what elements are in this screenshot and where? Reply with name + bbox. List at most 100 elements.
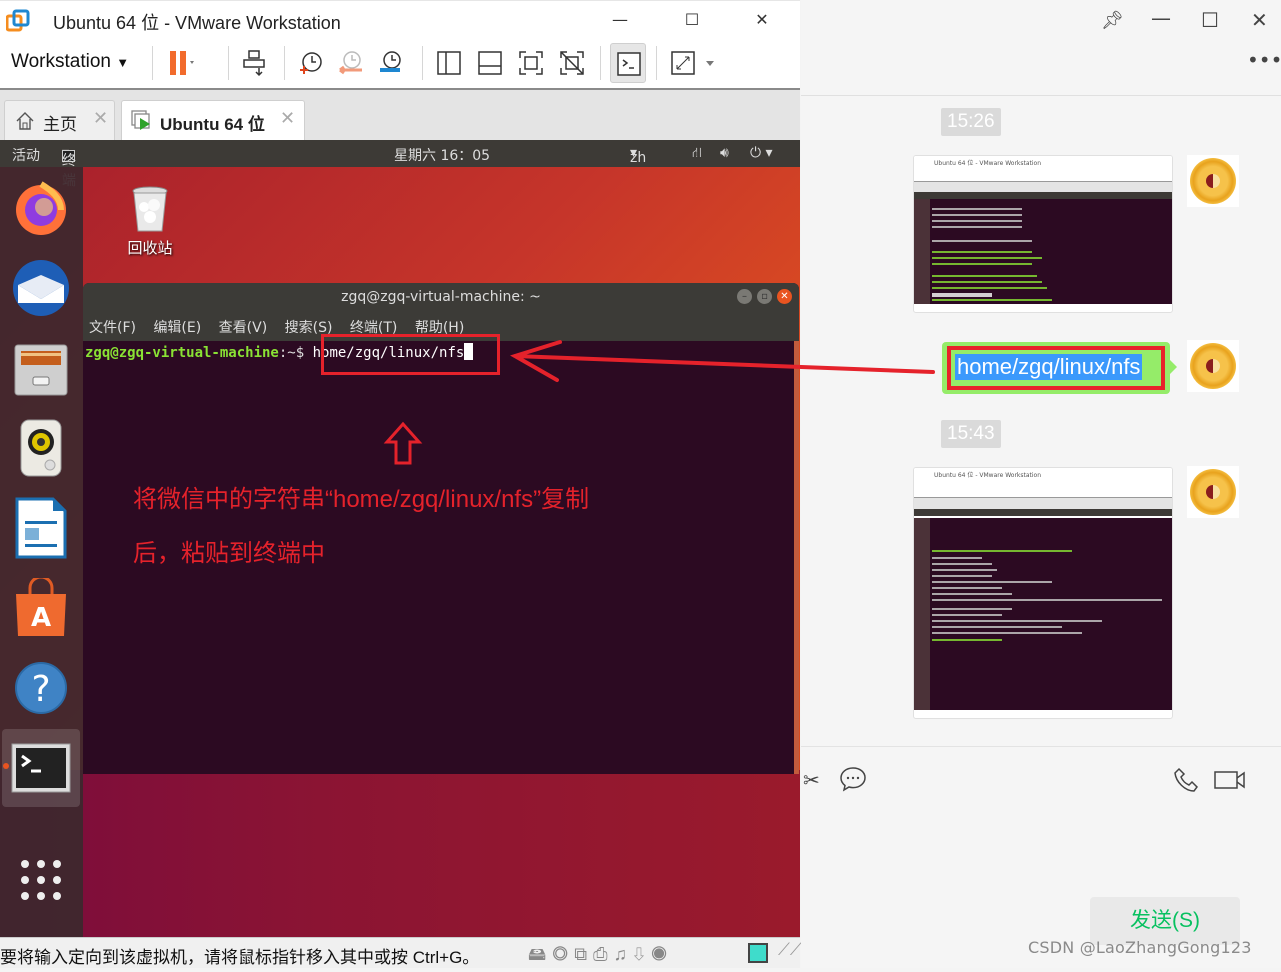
dock-libreoffice-writer[interactable] <box>8 495 74 561</box>
network-icon[interactable]: ⛙ <box>692 145 702 163</box>
vm-display[interactable]: 活动 终端 ▾ 星期六 16：05 zh ▾ ⛙ 🔊︎ ⏻ ▾ <box>0 140 800 937</box>
firefox-icon <box>16 181 66 235</box>
pin-icon[interactable]: 📌︎ <box>1101 10 1124 31</box>
thumb-line <box>932 251 1032 253</box>
thumb-line <box>932 587 1002 589</box>
dock-files[interactable] <box>8 335 74 401</box>
scissors-icon[interactable]: ✂︎ <box>803 768 820 792</box>
dock: A ? <box>0 167 83 937</box>
shell-prompt: zgq@zgq-virtual-machine <box>85 345 279 361</box>
chat-history-icon[interactable] <box>839 766 867 792</box>
dock-help[interactable]: ? <box>8 655 74 721</box>
text-message-bubble[interactable]: home/zgq/linux/nfs <box>942 342 1177 394</box>
more-options-icon[interactable]: ••• <box>1247 48 1281 72</box>
minimize-button[interactable]: — <box>1151 6 1171 30</box>
console-icon <box>617 52 641 76</box>
menu-file[interactable]: 文件(F) <box>89 320 136 336</box>
view-library-icon[interactable] <box>434 48 464 78</box>
dock-terminal[interactable] <box>2 729 80 807</box>
dock-thunderbird[interactable] <box>8 255 74 321</box>
tab-home-label: 主页 <box>43 115 77 134</box>
avatar[interactable] <box>1187 155 1239 207</box>
snapshot-revert-icon[interactable] <box>336 48 366 78</box>
status-bar: 要将输入定向到该虚拟机，请将鼠标指针移入其中或按 Ctrl+G。 🖴◎⧉⎙♫⇩◉… <box>0 937 802 968</box>
menu-edit[interactable]: 编辑(E) <box>153 320 201 336</box>
thumb-toolbar <box>914 482 1172 498</box>
separator <box>284 46 285 80</box>
thumb-line <box>932 220 1022 222</box>
tab-ubuntu[interactable]: Ubuntu 64 位 ✕ <box>121 100 305 140</box>
voice-call-icon[interactable] <box>1173 766 1201 794</box>
unity-icon[interactable] <box>557 48 587 78</box>
pause-icon[interactable] <box>166 48 196 78</box>
clock[interactable]: 星期六 16：05 <box>394 145 490 165</box>
thumb-line <box>932 226 1022 228</box>
image-message[interactable]: Ubuntu 64 位 - VMware Workstation <box>913 155 1173 313</box>
tab-bar: 主页 ✕ Ubuntu 64 位 ✕ <box>0 90 800 140</box>
maximize-button[interactable]: ☐ <box>1201 8 1219 32</box>
view-thumbnail-icon[interactable] <box>475 48 505 78</box>
thumb-line <box>932 208 1022 210</box>
thumb-dock <box>914 199 930 304</box>
maximize-button[interactable]: ☐ <box>672 7 712 33</box>
svg-text:A: A <box>31 603 51 633</box>
fullscreen-icon[interactable] <box>516 48 546 78</box>
show-applications-button[interactable] <box>8 847 74 913</box>
snapshot-manager-icon[interactable] <box>376 48 406 78</box>
dock-ubuntu-software[interactable]: A <box>8 575 74 641</box>
avatar[interactable] <box>1187 466 1239 518</box>
window-title: Ubuntu 64 位 - VMware Workstation <box>53 13 341 33</box>
thumb-line <box>932 632 1082 634</box>
image-message[interactable]: Ubuntu 64 位 - VMware Workstation <box>913 467 1173 719</box>
activities-button[interactable]: 活动 <box>12 145 40 165</box>
input-method-menu[interactable]: zh ▾ <box>630 145 646 166</box>
dock-firefox[interactable] <box>8 175 74 241</box>
app-menu[interactable]: 终端 ▾ <box>62 145 76 189</box>
thumb-topbar <box>914 192 1172 199</box>
minimize-button[interactable]: — <box>600 7 640 33</box>
shell-prompt-tail: :~$ <box>278 345 313 361</box>
annotation-line-2: 后，粘贴到终端中 <box>133 540 325 567</box>
thumb-line <box>932 240 1032 242</box>
power-icon[interactable]: ⏻ ▾ <box>750 145 773 161</box>
message-time: 15:26 <box>941 108 1001 136</box>
console-view-button[interactable] <box>610 43 646 83</box>
thumb-line <box>932 599 1162 601</box>
thumb-line <box>932 557 982 559</box>
tab-ubuntu-label: Ubuntu 64 位 <box>160 115 265 134</box>
close-tab-icon[interactable]: ✕ <box>280 108 295 129</box>
message-input[interactable] <box>801 800 1281 890</box>
volume-icon[interactable]: 🔊︎ <box>720 145 729 161</box>
thumb-tabs <box>914 182 1172 192</box>
desktop-trash[interactable]: 回收站 <box>120 185 180 258</box>
terminal-icon <box>11 743 71 793</box>
files-icon <box>14 344 68 396</box>
terminal-scrollbar[interactable] <box>794 341 799 774</box>
video-call-icon[interactable] <box>1214 770 1246 790</box>
close-button[interactable]: ✕ <box>742 7 782 33</box>
message-log-icon[interactable] <box>748 943 768 963</box>
resize-grip-icon[interactable]: ⟋⟋ <box>778 940 802 960</box>
menu-view[interactable]: 查看(V) <box>219 320 268 336</box>
thumb-line <box>932 275 1037 277</box>
selected-text[interactable]: home/zgq/linux/nfs <box>955 354 1143 380</box>
tab-home[interactable]: 主页 ✕ <box>4 100 115 140</box>
terminal-close-button[interactable]: ✕ <box>777 289 792 304</box>
gnome-top-bar: 活动 终端 ▾ 星期六 16：05 zh ▾ ⛙ 🔊︎ ⏻ ▾ <box>0 140 800 189</box>
thunderbird-icon <box>13 260 69 316</box>
workstation-menu-label: Workstation <box>11 51 111 72</box>
dock-rhythmbox[interactable] <box>8 415 74 481</box>
terminal-maximize-button[interactable]: ▫ <box>757 289 772 304</box>
snapshot-take-icon[interactable] <box>296 48 326 78</box>
thumb-line <box>932 293 992 297</box>
close-tab-icon[interactable]: ✕ <box>93 108 108 129</box>
terminal-minimize-button[interactable]: – <box>737 289 752 304</box>
workstation-menu[interactable]: Workstation ▼ <box>11 51 129 73</box>
stretch-guest-icon[interactable] <box>668 48 720 78</box>
send-ctrl-alt-del-icon[interactable] <box>240 48 270 78</box>
avatar[interactable] <box>1187 340 1239 392</box>
thumb-line <box>932 575 992 577</box>
close-button[interactable]: ✕ <box>1251 8 1268 32</box>
vmware-logo-icon <box>6 9 30 32</box>
status-message: 要将输入定向到该虚拟机，请将鼠标指针移入其中或按 Ctrl+G。 <box>0 948 480 967</box>
